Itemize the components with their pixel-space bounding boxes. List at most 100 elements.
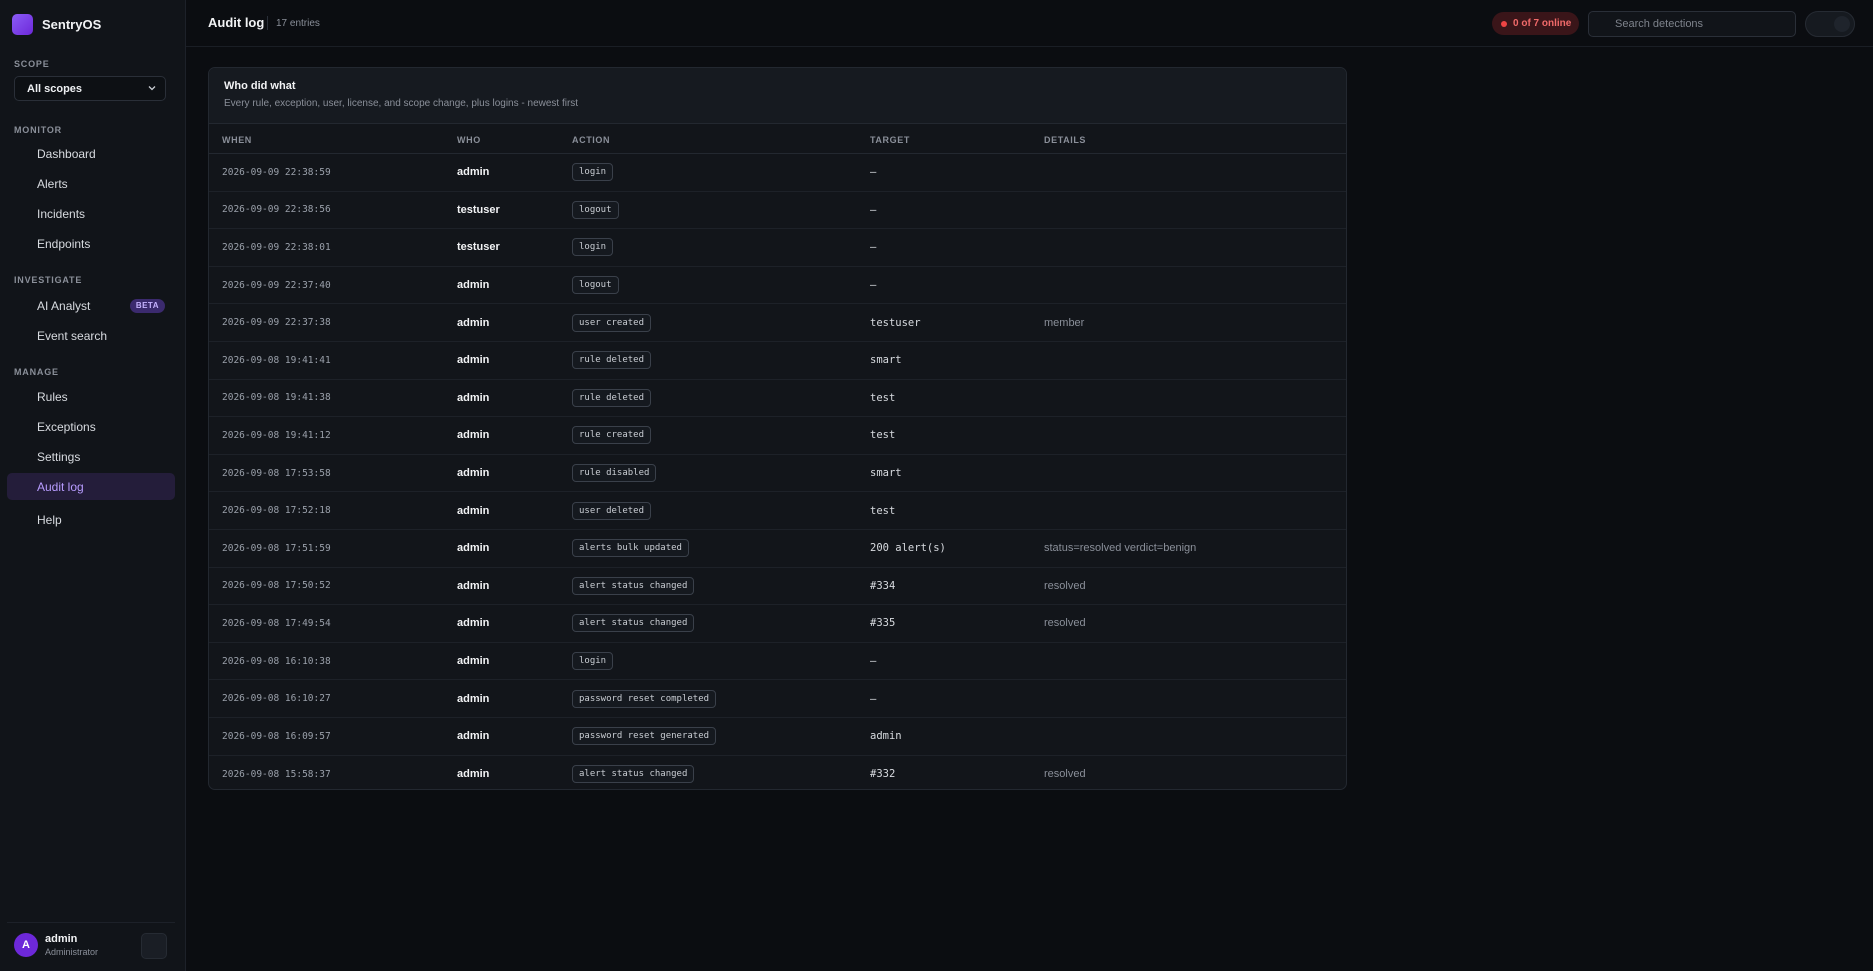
table-row[interactable]: 2026-09-08 17:50:52 admin alert status cha…: [209, 568, 1346, 606]
action-tag: rule deleted: [572, 351, 652, 370]
cell-who: admin: [457, 467, 490, 480]
action-tag: user deleted: [572, 501, 652, 520]
user-panel: A admin Administrator: [7, 922, 175, 971]
card-title: Who did what: [224, 80, 296, 92]
table-row[interactable]: 2026-09-08 17:53:58 admin rule disabled sma…: [209, 455, 1346, 493]
cell-who: admin: [457, 279, 490, 292]
cell-action: alert status changed: [572, 605, 695, 642]
cell-target: admin: [870, 730, 902, 743]
online-count: 0 of 7 online: [1513, 18, 1572, 29]
cell-who: admin: [457, 655, 490, 668]
column-header-action: ACTION: [572, 135, 611, 145]
cell-when: 2026-09-08 15:58:37: [222, 768, 331, 780]
table-row[interactable]: 2026-09-09 22:38:01 testuser login —: [209, 229, 1346, 267]
sidebar-item-dashboard[interactable]: Dashboard: [7, 140, 175, 167]
table-row[interactable]: 2026-09-08 15:58:37 admin alert status cha…: [209, 756, 1346, 790]
cell-target: testuser: [870, 316, 921, 329]
sidebar-item-event-search[interactable]: Event search: [7, 322, 175, 349]
section-label-monitor: MONITOR: [14, 125, 62, 135]
cell-when: 2026-09-08 17:50:52: [222, 580, 331, 592]
table-row[interactable]: 2026-09-08 16:09:57 admin password reset g…: [209, 718, 1346, 756]
sidebar-item-exceptions[interactable]: Exceptions: [7, 413, 175, 440]
table-body: 2026-09-09 22:38:59 admin login —2026-09-09…: [209, 154, 1346, 790]
app-name: SentryOS: [42, 16, 102, 32]
cell-action: rule disabled: [572, 455, 657, 492]
cell-target: smart: [870, 354, 902, 367]
cell-action: alerts bulk updated: [572, 530, 689, 567]
table-row[interactable]: 2026-09-08 17:51:59 admin alerts bulk upda…: [209, 530, 1346, 568]
sidebar-item-label: Exceptions: [37, 419, 96, 434]
sidebar-item-alerts[interactable]: Alerts: [7, 170, 175, 197]
cell-when: 2026-09-08 19:41:41: [222, 354, 331, 366]
cell-action: user deleted: [572, 492, 652, 529]
online-status-badge[interactable]: 0 of 7 online: [1492, 12, 1580, 35]
sidebar-item-label: Endpoints: [37, 236, 91, 251]
search-input[interactable]: [1589, 12, 1795, 36]
theme-toggle[interactable]: [1805, 11, 1855, 37]
cell-target: —: [870, 166, 877, 179]
sidebar-item-ai-analyst[interactable]: AI Analyst BETA: [7, 292, 175, 319]
user-menu-button[interactable]: [141, 933, 167, 959]
action-tag: alert status changed: [572, 576, 695, 595]
cell-who: admin: [457, 429, 490, 442]
table-row[interactable]: 2026-09-08 19:41:41 admin rule deleted smar…: [209, 342, 1346, 380]
table-row[interactable]: 2026-09-09 22:38:56 testuser logout —: [209, 192, 1346, 230]
table-row[interactable]: 2026-09-08 16:10:38 admin login —: [209, 643, 1346, 681]
cell-action: alert status changed: [572, 756, 695, 790]
cell-who: admin: [457, 316, 490, 329]
scope-select[interactable]: All scopes: [14, 76, 166, 101]
action-tag: password reset generated: [572, 727, 717, 746]
sidebar-item-audit-log[interactable]: Audit log: [7, 473, 175, 500]
cell-who: admin: [457, 579, 490, 592]
cell-when: 2026-09-08 16:09:57: [222, 730, 331, 742]
cell-when: 2026-09-08 17:49:54: [222, 617, 331, 629]
table-row[interactable]: 2026-09-09 22:38:59 admin login —: [209, 154, 1346, 192]
table-row[interactable]: 2026-09-09 22:37:38 admin user created test…: [209, 304, 1346, 342]
table-row[interactable]: 2026-09-08 19:41:38 admin rule deleted test: [209, 380, 1346, 418]
cell-target: #335: [870, 617, 896, 630]
brand[interactable]: SentryOS: [12, 13, 101, 35]
action-tag: alerts bulk updated: [572, 539, 689, 558]
card-header: Who did what Every rule, exception, user…: [209, 68, 1346, 124]
action-tag: password reset completed: [572, 689, 717, 708]
cell-details: resolved: [1044, 617, 1086, 630]
cell-who: admin: [457, 730, 490, 743]
sidebar-item-incidents[interactable]: Incidents: [7, 200, 175, 227]
search-box[interactable]: [1588, 11, 1796, 37]
avatar[interactable]: A: [14, 933, 38, 957]
table-row[interactable]: 2026-09-08 17:52:18 admin user deleted test: [209, 492, 1346, 530]
action-tag: user created: [572, 313, 652, 332]
action-tag: rule deleted: [572, 388, 652, 407]
entry-count: 17 entries: [276, 18, 320, 29]
cell-target: test: [870, 391, 896, 404]
cell-details: resolved: [1044, 579, 1086, 592]
column-header-target: TARGET: [870, 135, 910, 145]
action-tag: login: [572, 238, 614, 257]
cell-target: —: [870, 279, 877, 292]
sidebar-item-rules[interactable]: Rules: [7, 383, 175, 410]
cell-action: login: [572, 154, 614, 191]
cell-who: testuser: [457, 241, 500, 254]
cell-action: login: [572, 643, 614, 680]
cell-who: admin: [457, 542, 490, 555]
sidebar-item-label: Event search: [37, 328, 108, 343]
table-row[interactable]: 2026-09-08 16:10:27 admin password reset c…: [209, 680, 1346, 718]
sidebar-item-endpoints[interactable]: Endpoints: [7, 230, 175, 257]
cell-action: user created: [572, 304, 652, 341]
table-row[interactable]: 2026-09-08 19:41:12 admin rule created test: [209, 417, 1346, 455]
action-tag: alert status changed: [572, 614, 695, 633]
cell-action: logout: [572, 192, 619, 229]
cell-who: admin: [457, 692, 490, 705]
sidebar: SentryOS SCOPE All scopes MONITOR Dashbo…: [0, 0, 186, 971]
cell-target: test: [870, 504, 896, 517]
table-row[interactable]: 2026-09-08 17:49:54 admin alert status cha…: [209, 605, 1346, 643]
sidebar-item-label: Audit log: [37, 479, 84, 494]
audit-log-card: Who did what Every rule, exception, user…: [208, 67, 1347, 790]
cell-when: 2026-09-09 22:37:38: [222, 317, 331, 329]
cell-action: logout: [572, 267, 619, 304]
chevron-down-icon: [148, 86, 156, 91]
sidebar-item-help[interactable]: Help: [7, 506, 175, 533]
cell-action: password reset completed: [572, 680, 717, 717]
table-row[interactable]: 2026-09-09 22:37:40 admin logout —: [209, 267, 1346, 305]
sidebar-item-settings[interactable]: Settings: [7, 443, 175, 470]
